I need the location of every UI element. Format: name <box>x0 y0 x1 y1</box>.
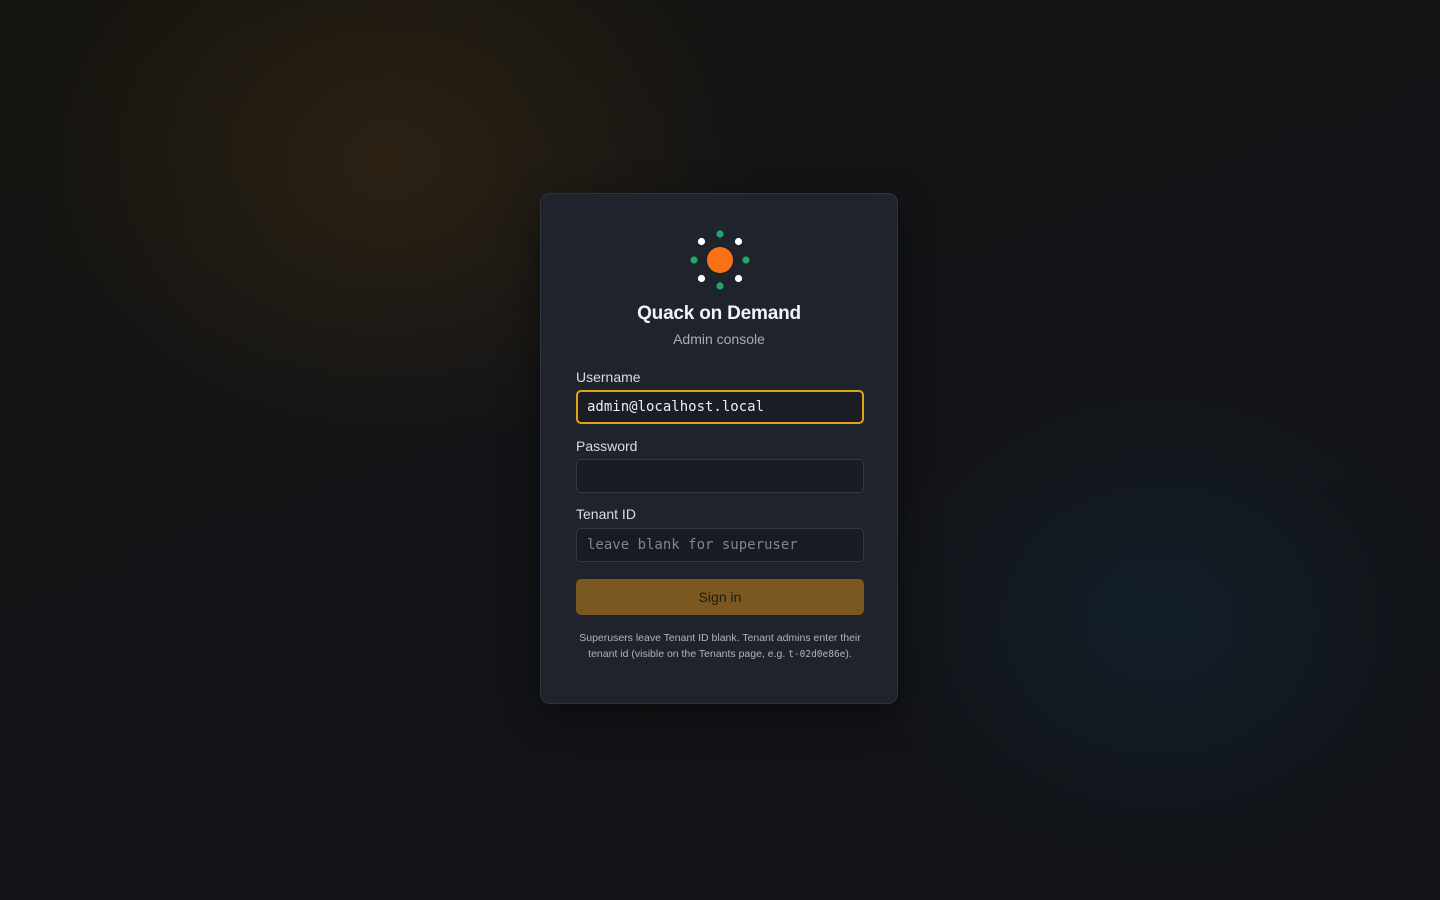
tenant-id-label: Tenant ID <box>576 506 636 522</box>
logo-dot-bottom <box>716 282 724 290</box>
logo-dot-left <box>690 256 698 264</box>
sign-in-button[interactable]: Sign in <box>576 579 864 615</box>
logo-dot-bottom-right <box>734 274 743 283</box>
app-subtitle: Admin console <box>673 331 765 347</box>
password-label: Password <box>576 438 638 454</box>
hint-example-tenant-id: t-02d0e86e <box>788 649 846 660</box>
tenant-id-input[interactable] <box>576 528 864 562</box>
username-label: Username <box>576 369 641 385</box>
logo-dot-top-right <box>734 237 743 246</box>
password-input[interactable] <box>576 459 864 493</box>
login-card: Quack on Demand Admin console Username P… <box>540 193 898 704</box>
logo-dot-bottom-left <box>697 274 706 283</box>
hint-text-after: ). <box>845 648 852 660</box>
logo-dot-right <box>742 256 750 264</box>
username-input[interactable] <box>576 390 864 424</box>
logo-center-dot <box>707 247 733 273</box>
login-hint: Superusers leave Tenant ID blank. Tenant… <box>576 630 864 663</box>
logo-icon <box>690 230 750 290</box>
logo-dot-top-left <box>697 237 706 246</box>
logo-dot-top <box>716 230 724 238</box>
app-title: Quack on Demand <box>637 303 801 324</box>
